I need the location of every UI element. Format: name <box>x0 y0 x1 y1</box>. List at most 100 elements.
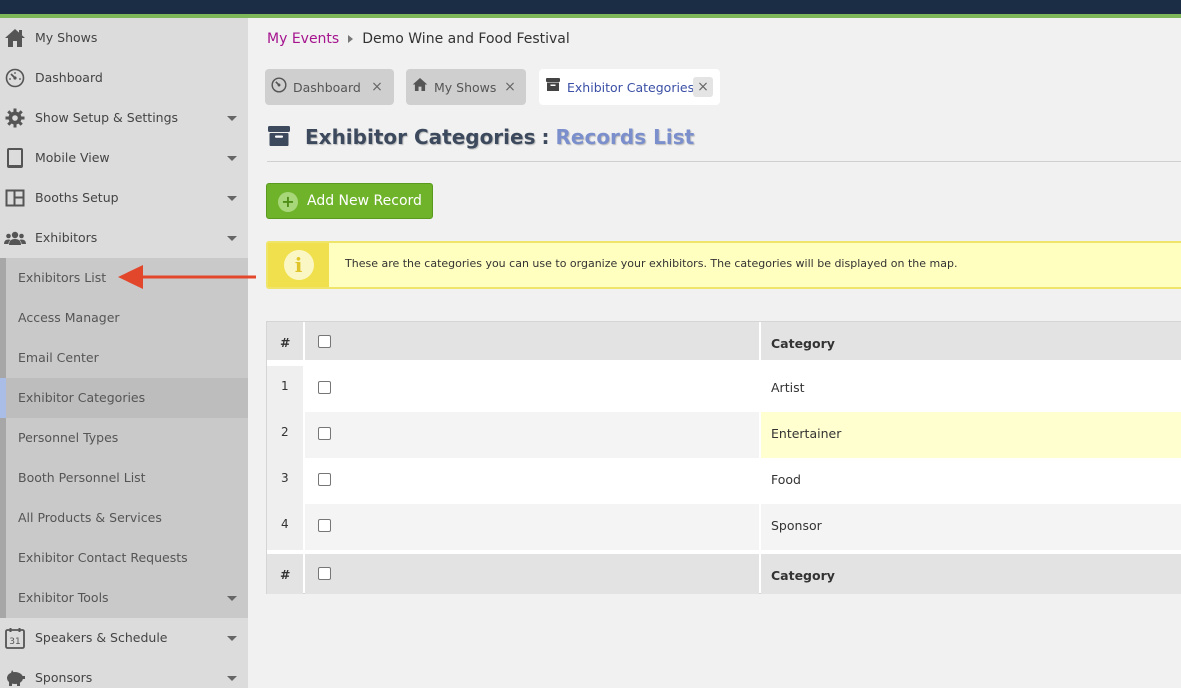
sidebar-item-booth-personnel-list[interactable]: Booth Personnel List <box>0 458 248 498</box>
sidebar-item-dashboard[interactable]: Dashboard <box>0 58 248 98</box>
column-header-number[interactable]: # <box>267 322 303 360</box>
row-select-cell <box>305 504 759 550</box>
top-bar <box>0 0 1181 14</box>
tab-label: My Shows <box>434 80 497 95</box>
chevron-down-icon <box>227 676 237 681</box>
sidebar-item-my-shows[interactable]: My Shows <box>0 18 248 58</box>
row-checkbox[interactable] <box>318 473 331 486</box>
dashboard-icon <box>271 77 287 93</box>
sidebar-item-access-manager[interactable]: Access Manager <box>0 298 248 338</box>
title-divider <box>267 161 1181 162</box>
close-icon[interactable]: × <box>500 77 520 97</box>
tablet-icon <box>4 147 26 169</box>
table-row[interactable]: 3 Food <box>267 458 1181 504</box>
sidebar-item-personnel-types[interactable]: Personnel Types <box>0 418 248 458</box>
select-all-checkbox[interactable] <box>318 335 331 348</box>
booths-icon <box>4 187 26 209</box>
page-title: Exhibitor Categories : Records List <box>267 125 694 149</box>
page-title-separator: : <box>541 125 550 149</box>
close-icon[interactable]: × <box>693 77 713 97</box>
row-select-cell <box>305 366 759 412</box>
sidebar-item-email-center[interactable]: Email Center <box>0 338 248 378</box>
table-row[interactable]: 4 Sponsor <box>267 504 1181 550</box>
column-footer-category[interactable]: Category <box>761 554 1181 594</box>
dashboard-icon <box>4 67 26 89</box>
row-category: Entertainer <box>761 412 1181 458</box>
table-header-row: # Category <box>267 322 1181 360</box>
archive-box-icon <box>545 77 561 93</box>
sidebar-item-label: Booth Personnel List <box>18 470 146 485</box>
add-new-record-label: Add New Record <box>307 193 422 209</box>
row-category: Artist <box>771 380 805 395</box>
sidebar-item-label: All Products & Services <box>18 510 162 525</box>
sidebar-item-label: Exhibitors <box>35 230 98 245</box>
sidebar-item-exhibitor-tools[interactable]: Exhibitor Tools <box>0 578 248 618</box>
sidebar-item-label: Exhibitor Categories <box>18 390 146 405</box>
breadcrumb-my-events-link[interactable]: My Events <box>267 31 339 47</box>
chevron-down-icon <box>227 156 237 161</box>
chevron-down-icon <box>227 236 237 241</box>
column-header-select <box>305 322 759 360</box>
annotation-arrow-icon <box>118 265 256 289</box>
tab-exhibitor-categories[interactable]: Exhibitor Categories × <box>539 69 720 105</box>
sidebar-item-label: Sponsors <box>35 670 93 685</box>
main-content: My Events Demo Wine and Food Festival Da… <box>248 18 1181 688</box>
tab-label: Dashboard <box>293 80 361 95</box>
tab-my-shows[interactable]: My Shows × <box>406 69 526 105</box>
breadcrumb-current: Demo Wine and Food Festival <box>362 31 570 47</box>
row-number: 2 <box>267 412 303 458</box>
sidebar-item-booths-setup[interactable]: Booths Setup <box>0 178 248 218</box>
row-checkbox[interactable] <box>318 519 331 532</box>
gear-icon <box>4 107 26 129</box>
tab-label: Exhibitor Categories <box>567 80 695 95</box>
row-select-cell <box>305 458 759 504</box>
table-footer-row: # Category <box>267 554 1181 594</box>
column-footer-number[interactable]: # <box>267 554 303 594</box>
chevron-down-icon <box>227 636 237 641</box>
sidebar-item-label: Speakers & Schedule <box>35 630 168 645</box>
sidebar-item-label: Dashboard <box>35 70 103 85</box>
plus-circle-icon: + <box>278 192 298 212</box>
sidebar-item-show-setup[interactable]: Show Setup & Settings <box>0 98 248 138</box>
row-checkbox[interactable] <box>318 427 331 440</box>
breadcrumb: My Events Demo Wine and Food Festival <box>267 31 570 47</box>
home-icon <box>4 27 26 49</box>
table-row[interactable]: 2 Entertainer <box>267 412 1181 458</box>
row-checkbox[interactable] <box>318 381 331 394</box>
sidebar-item-label: Access Manager <box>18 310 120 325</box>
piggy-bank-icon <box>4 667 26 688</box>
sidebar-item-label: Exhibitors List <box>18 270 107 285</box>
info-text: These are the categories you can use to … <box>345 257 958 270</box>
sidebar-item-exhibitor-categories[interactable]: Exhibitor Categories <box>0 378 248 418</box>
home-icon <box>412 77 428 93</box>
sidebar-item-mobile-view[interactable]: Mobile View <box>0 138 248 178</box>
tab-dashboard[interactable]: Dashboard × <box>265 69 394 105</box>
svg-text:31: 31 <box>9 637 20 647</box>
sidebar-item-label: Personnel Types <box>18 430 119 445</box>
add-new-record-button[interactable]: + Add New Record <box>266 183 433 219</box>
sidebar: My Shows Dashboard Show Setup & Settings… <box>0 18 248 688</box>
select-all-checkbox[interactable] <box>318 567 331 580</box>
info-notice: i These are the categories you can use t… <box>266 241 1181 289</box>
sidebar-item-sponsors[interactable]: Sponsors <box>0 658 248 688</box>
row-select-cell <box>305 412 759 458</box>
row-category: Sponsor <box>761 504 1181 550</box>
sidebar-item-label: My Shows <box>35 30 98 45</box>
close-icon[interactable]: × <box>367 77 387 97</box>
sidebar-item-all-products-services[interactable]: All Products & Services <box>0 498 248 538</box>
calendar-icon: 31 <box>4 627 26 649</box>
sidebar-item-label: Exhibitor Contact Requests <box>18 550 188 565</box>
page-title-sub: Records List <box>555 125 695 149</box>
table-row[interactable]: 1 Artist <box>267 366 1181 412</box>
sidebar-item-speakers-schedule[interactable]: 31 Speakers & Schedule <box>0 618 248 658</box>
chevron-down-icon <box>227 196 237 201</box>
sidebar-item-label: Show Setup & Settings <box>35 110 179 125</box>
column-header-category[interactable]: Category <box>761 322 1181 360</box>
sidebar-item-exhibitors[interactable]: Exhibitors <box>0 218 248 258</box>
page-title-main: Exhibitor Categories <box>305 125 536 149</box>
archive-box-icon <box>267 125 291 149</box>
users-icon <box>4 227 26 249</box>
sidebar-item-exhibitor-contact-requests[interactable]: Exhibitor Contact Requests <box>0 538 248 578</box>
sidebar-item-label: Exhibitor Tools <box>18 590 109 605</box>
sidebar-item-label: Email Center <box>18 350 99 365</box>
